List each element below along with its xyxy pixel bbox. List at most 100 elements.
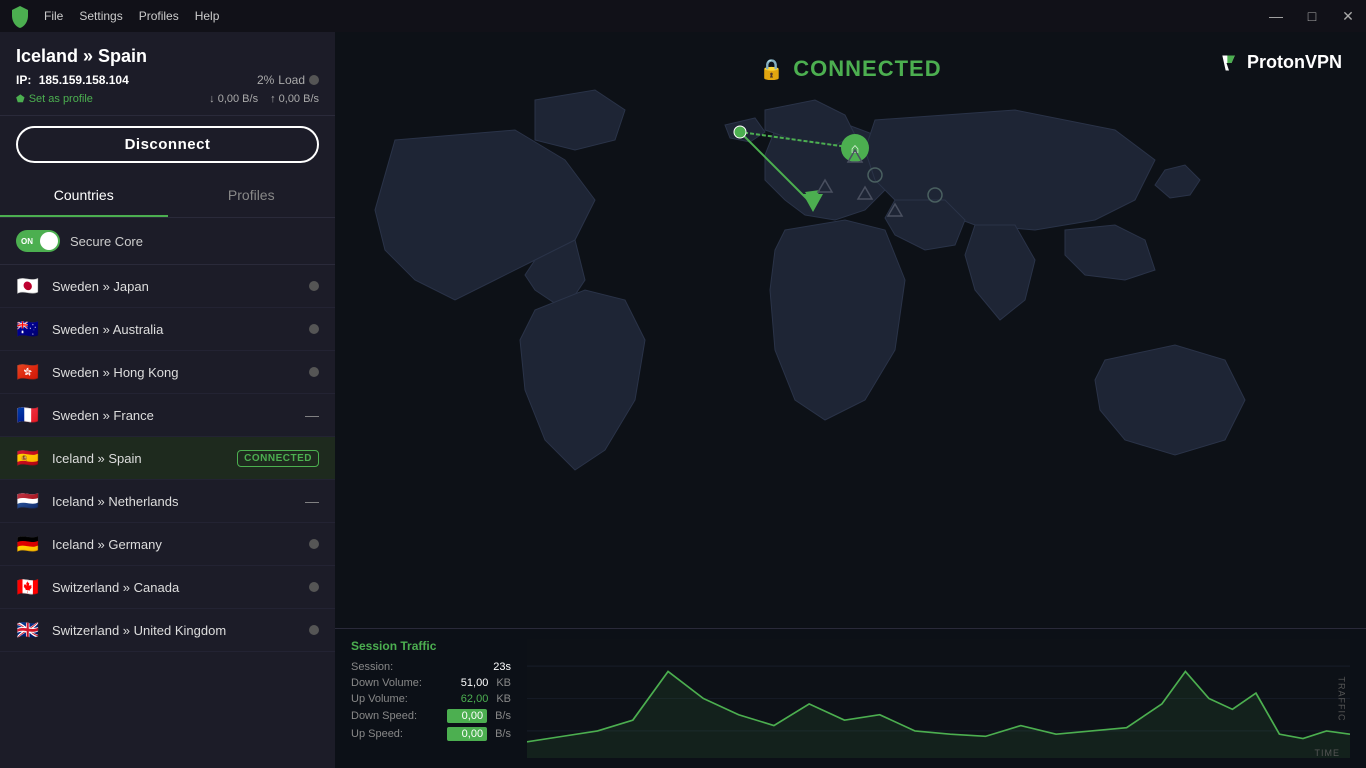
connected-badge: CONNECTED (237, 450, 319, 467)
load-value: 2% (257, 73, 274, 87)
tab-profiles[interactable]: Profiles (168, 175, 336, 217)
titlebar-controls: — □ ✕ (1266, 8, 1358, 25)
traffic-stats: Session Traffic Session: 23s Down Volume… (351, 639, 511, 758)
titlebar-left: File Settings Profiles Help (8, 4, 219, 28)
server-item[interactable]: 🇨🇦 Switzerland » Canada (0, 566, 335, 609)
ip-value: 185.159.158.104 (39, 73, 129, 87)
load-indicator (309, 324, 319, 334)
toggle-on-label: ON (21, 237, 33, 246)
menu-profiles[interactable]: Profiles (139, 9, 179, 23)
menu-file[interactable]: File (44, 9, 63, 23)
load-indicator (309, 539, 319, 549)
down-volume-value: 51,00 (428, 677, 488, 689)
down-volume-label: Down Volume: (351, 677, 422, 689)
connection-load: 2% Load (257, 73, 319, 87)
up-speed-unit: B/s (495, 728, 511, 740)
server-name: Sweden » France (52, 408, 305, 423)
session-label: Session: (351, 661, 393, 673)
chart-label-time: TIME (1315, 748, 1341, 758)
load-label: Load (278, 73, 305, 87)
titlebar-menu: File Settings Profiles Help (44, 9, 219, 23)
server-name: Switzerland » Canada (52, 580, 309, 595)
ip-label: IP: (16, 73, 31, 87)
down-speed-group: 0,00 B/s (447, 709, 511, 723)
flag-iceland-de: 🇩🇪 (16, 535, 40, 553)
stat-row-up-speed: Up Speed: 0,00 B/s (351, 727, 511, 741)
load-indicator (309, 625, 319, 635)
down-volume-unit: KB (496, 677, 511, 689)
disconnect-button[interactable]: Disconnect (16, 126, 319, 163)
server-name: Sweden » Australia (52, 322, 309, 337)
server-item[interactable]: 🇩🇪 Iceland » Germany (0, 523, 335, 566)
server-item[interactable]: 🇦🇺 Sweden » Australia (0, 308, 335, 351)
flag-sweden-japan: 🇯🇵 (16, 277, 40, 295)
app-logo (8, 4, 32, 28)
maximize-button[interactable]: □ (1302, 8, 1322, 25)
menu-help[interactable]: Help (195, 9, 220, 23)
flag-sweden-hk: 🇭🇰 (16, 363, 40, 381)
stat-row-down-speed: Down Speed: 0,00 B/s (351, 709, 511, 723)
connection-details: IP: 185.159.158.104 2% Load (16, 73, 319, 87)
server-name: Sweden » Hong Kong (52, 365, 309, 380)
secure-core-row: ON Secure Core (0, 218, 335, 265)
server-item[interactable]: 🇯🇵 Sweden » Japan (0, 265, 335, 308)
secure-core-label: Secure Core (70, 234, 143, 249)
server-name: Iceland » Spain (52, 451, 237, 466)
down-speed-label: Down Speed: (351, 710, 417, 722)
speed-down: 0,00 B/s (209, 93, 258, 105)
up-volume-value: 62,00 (428, 693, 488, 705)
server-name: Iceland » Netherlands (52, 494, 305, 509)
map-svg: ⌂ (335, 32, 1366, 628)
traffic-chart: TRAFFIC TIME (527, 639, 1350, 758)
chart-svg (527, 639, 1350, 758)
speed-info: 0,00 B/s 0,00 B/s (209, 93, 319, 105)
secure-core-toggle[interactable]: ON (16, 230, 60, 252)
up-speed-value: 0,00 (447, 727, 487, 741)
load-indicator-dash: — (305, 493, 319, 509)
close-button[interactable]: ✕ (1338, 8, 1358, 25)
up-speed-label: Up Speed: (351, 728, 403, 740)
down-speed-unit: B/s (495, 710, 511, 722)
server-name: Sweden » Japan (52, 279, 309, 294)
connection-ip: IP: 185.159.158.104 (16, 73, 129, 87)
stat-row-session: Session: 23s (351, 661, 511, 673)
stat-row-down-volume: Down Volume: 51,00 KB (351, 677, 511, 689)
server-item[interactable]: 🇬🇧 Switzerland » United Kingdom (0, 609, 335, 652)
server-item[interactable]: 🇭🇰 Sweden » Hong Kong (0, 351, 335, 394)
session-value: 23s (451, 661, 511, 673)
minimize-button[interactable]: — (1266, 8, 1286, 25)
connection-profile: Set as profile 0,00 B/s 0,00 B/s (16, 93, 319, 105)
flag-iceland-nl: 🇳🇱 (16, 492, 40, 510)
chart-label-traffic: TRAFFIC (1337, 676, 1347, 721)
main-layout: Iceland » Spain IP: 185.159.158.104 2% L… (0, 32, 1366, 768)
server-list: 🇯🇵 Sweden » Japan 🇦🇺 Sweden » Australia … (0, 265, 335, 768)
server-name: Switzerland » United Kingdom (52, 623, 309, 638)
up-volume-unit: KB (496, 693, 511, 705)
traffic-panel: Session Traffic Session: 23s Down Volume… (335, 628, 1366, 768)
load-indicator (309, 367, 319, 377)
connection-header: Iceland » Spain IP: 185.159.158.104 2% L… (0, 32, 335, 116)
load-indicator-dash: — (305, 407, 319, 423)
speed-up: 0,00 B/s (270, 93, 319, 105)
flag-ch-canada: 🇨🇦 (16, 578, 40, 596)
toggle-knob (40, 232, 58, 250)
stat-row-up-volume: Up Volume: 62,00 KB (351, 693, 511, 705)
up-speed-group: 0,00 B/s (447, 727, 511, 741)
server-item[interactable]: 🇳🇱 Iceland » Netherlands — (0, 480, 335, 523)
up-volume-group: 62,00 KB (428, 693, 511, 705)
tabs: Countries Profiles (0, 175, 335, 218)
tab-countries[interactable]: Countries (0, 175, 168, 217)
server-name: Iceland » Germany (52, 537, 309, 552)
server-item[interactable]: 🇫🇷 Sweden » France — (0, 394, 335, 437)
flag-iceland-spain: 🇪🇸 (16, 449, 40, 467)
menu-settings[interactable]: Settings (79, 9, 122, 23)
server-item-connected[interactable]: 🇪🇸 Iceland » Spain CONNECTED (0, 437, 335, 480)
flag-sweden-france: 🇫🇷 (16, 406, 40, 424)
load-dot (309, 75, 319, 85)
sidebar: Iceland » Spain IP: 185.159.158.104 2% L… (0, 32, 335, 768)
set-profile-button[interactable]: Set as profile (16, 93, 93, 105)
down-speed-value: 0,00 (447, 709, 487, 723)
flag-sweden-australia: 🇦🇺 (16, 320, 40, 338)
load-indicator (309, 582, 319, 592)
traffic-title: Session Traffic (351, 639, 511, 653)
